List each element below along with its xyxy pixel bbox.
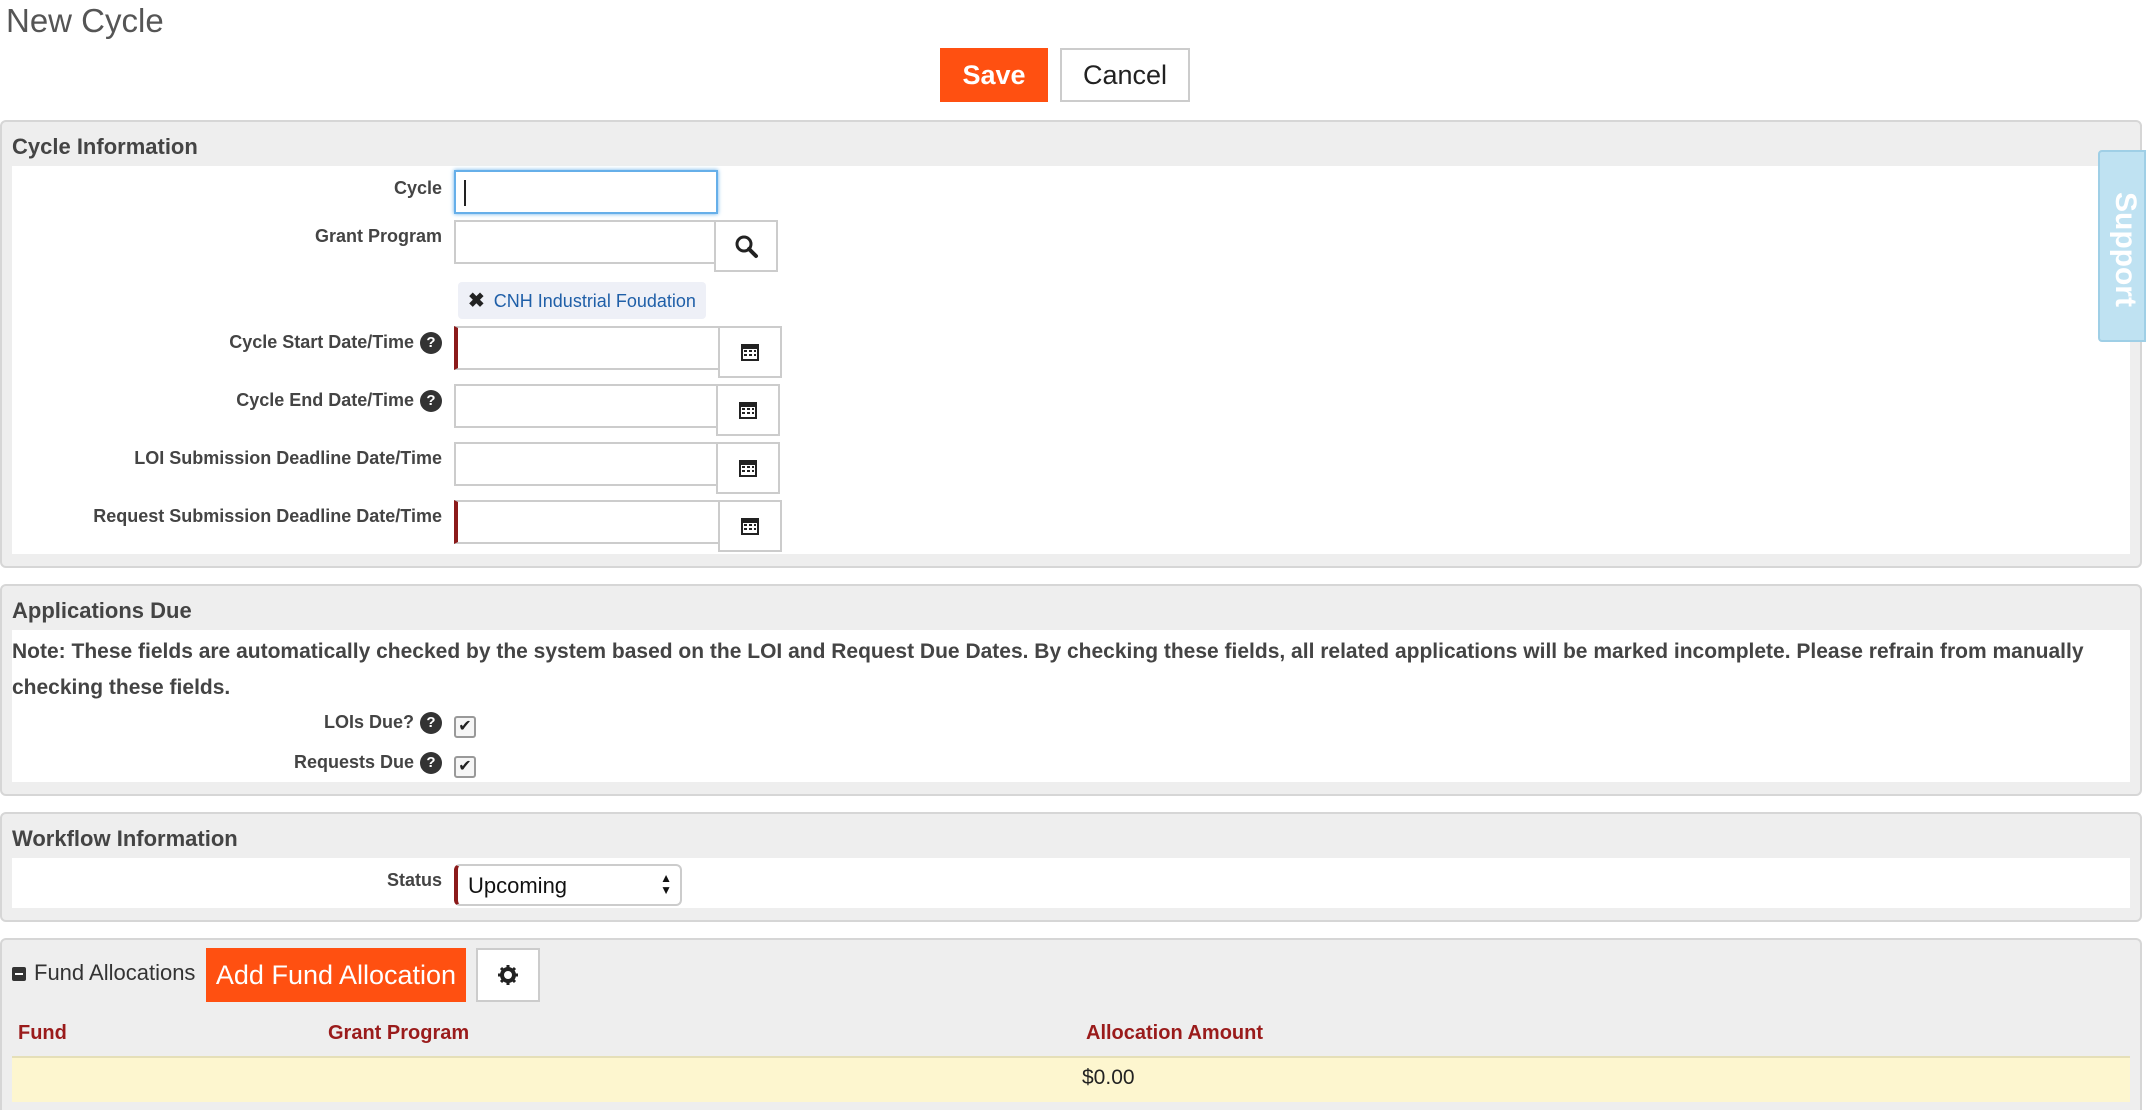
calendar-icon <box>739 402 757 419</box>
fund-allocations-title-text: Fund Allocations <box>34 960 196 985</box>
workflow-information-title: Workflow Information <box>12 826 238 851</box>
applications-due-title: Applications Due <box>12 598 192 623</box>
help-icon[interactable]: ? <box>420 332 442 355</box>
search-icon <box>735 235 758 258</box>
cycle-start-calendar-button[interactable] <box>718 326 782 378</box>
grant-program-input[interactable] <box>454 220 718 264</box>
grant-program-label-text: Grant Program <box>314 226 442 246</box>
lois-due-label-text: LOIs Due? <box>323 712 414 732</box>
request-deadline-input[interactable] <box>454 500 722 544</box>
lois-due-label: LOIs Due?? <box>12 712 442 735</box>
page-title: New Cycle <box>6 2 164 39</box>
calendar-icon <box>741 518 759 535</box>
loi-deadline-label: LOI Submission Deadline Date/Time <box>12 448 442 469</box>
cycle-end-label-text: Cycle End Date/Time <box>236 390 414 410</box>
fund-allocations-panel: Fund Allocations Add Fund Allocation Fun… <box>0 938 2142 1110</box>
request-deadline-label: Request Submission Deadline Date/Time <box>12 506 442 527</box>
status-select[interactable]: Upcoming ▲ ▼ <box>454 864 682 906</box>
request-deadline-label-text: Request Submission Deadline Date/Time <box>93 506 442 526</box>
help-icon[interactable]: ? <box>420 712 442 735</box>
requests-due-label-text: Requests Due <box>293 752 414 772</box>
grant-program-search-button[interactable] <box>714 220 778 272</box>
status-label: Status <box>12 870 442 891</box>
grant-program-chip: ✖ CNH Industrial Foudation <box>458 282 706 319</box>
add-fund-allocation-button[interactable]: Add Fund Allocation <box>206 948 466 1002</box>
cycle-end-input[interactable] <box>454 384 718 428</box>
status-label-text: Status <box>386 870 442 890</box>
fund-settings-button[interactable] <box>476 948 540 1002</box>
column-header-grant-program[interactable]: Grant Program <box>328 1022 469 1045</box>
column-header-allocation-amount[interactable]: Allocation Amount <box>1086 1022 1263 1045</box>
requests-due-label: Requests Due? <box>12 752 442 775</box>
table-row[interactable]: $0.00 <box>12 1056 2130 1102</box>
status-select-value: Upcoming <box>468 873 568 898</box>
cycle-start-label-text: Cycle Start Date/Time <box>229 332 414 352</box>
calendar-icon <box>739 460 757 477</box>
save-button[interactable]: Save <box>940 48 1048 102</box>
support-label: Support <box>2109 192 2142 307</box>
cancel-button[interactable]: Cancel <box>1060 48 1190 102</box>
cycle-information-title: Cycle Information <box>12 134 198 159</box>
workflow-information-body: Status Upcoming ▲ ▼ <box>12 858 2130 908</box>
loi-deadline-input[interactable] <box>454 442 718 486</box>
loi-deadline-label-text: LOI Submission Deadline Date/Time <box>134 448 442 468</box>
grant-program-chip-label[interactable]: CNH Industrial Foudation <box>494 291 696 311</box>
cycle-information-body: Cycle Grant Program ✖ CNH Industrial Fou… <box>12 166 2130 554</box>
calendar-icon <box>741 344 759 361</box>
help-icon[interactable]: ? <box>420 390 442 413</box>
applications-due-note: Note: These fields are automatically che… <box>12 640 2084 699</box>
grant-program-label: Grant Program <box>12 226 442 247</box>
minus-icon[interactable] <box>12 967 26 982</box>
close-icon[interactable]: ✖ <box>468 290 485 312</box>
text-caret <box>464 180 466 206</box>
select-arrows-icon: ▲ ▼ <box>660 871 672 897</box>
cycle-end-calendar-button[interactable] <box>716 384 780 436</box>
applications-due-body: Note: These fields are automatically che… <box>12 630 2130 782</box>
workflow-information-panel: Workflow Information Status Upcoming ▲ ▼ <box>0 812 2142 922</box>
loi-deadline-calendar-button[interactable] <box>716 442 780 494</box>
allocation-amount-cell: $0.00 <box>1082 1066 1135 1089</box>
applications-due-panel: Applications Due Note: These fields are … <box>0 584 2142 796</box>
help-icon[interactable]: ? <box>420 752 442 775</box>
cycle-information-panel: Cycle Information Cycle Grant Program ✖ … <box>0 120 2142 568</box>
cycle-end-label: Cycle End Date/Time? <box>12 390 442 413</box>
cycle-label-text: Cycle <box>393 178 442 198</box>
cycle-label: Cycle <box>12 178 442 199</box>
request-deadline-calendar-button[interactable] <box>718 500 782 552</box>
fund-allocations-title[interactable]: Fund Allocations <box>12 960 195 986</box>
support-tab[interactable]: Support <box>2098 150 2146 342</box>
gear-icon <box>498 965 518 985</box>
requests-due-checkbox[interactable]: ✔ <box>454 756 476 778</box>
cycle-start-input[interactable] <box>454 326 722 370</box>
column-header-fund[interactable]: Fund <box>18 1022 67 1045</box>
cycle-start-label: Cycle Start Date/Time? <box>12 332 442 355</box>
lois-due-checkbox[interactable]: ✔ <box>454 716 476 738</box>
cycle-input[interactable] <box>454 170 718 214</box>
